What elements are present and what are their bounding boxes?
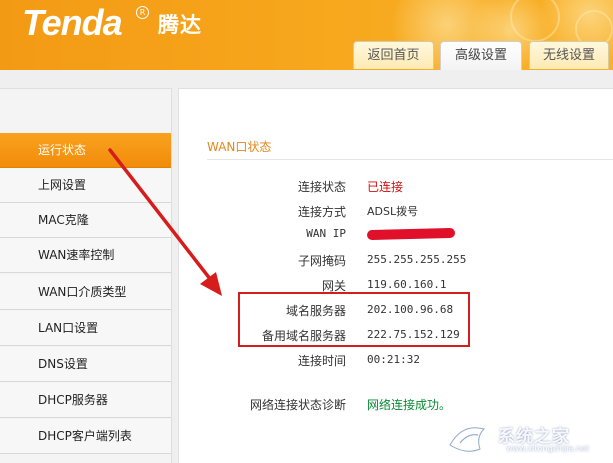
tab-wireless-settings[interactable]: 无线设置 <box>529 41 609 69</box>
sidebar-item-lan-settings[interactable]: LAN口设置 <box>0 311 171 346</box>
row-value-gateway: 119.60.160.1 <box>367 278 447 291</box>
header-bar: Tenda R 腾达 返回首页 高级设置 无线设置 <box>0 0 613 70</box>
annotation-highlight-box <box>238 292 470 347</box>
content-panel: WAN口状态 连接状态 已连接 连接方式 ADSL拨号 WAN IP 子网掩码 … <box>178 88 613 463</box>
row-label-connection-status: 连接状态 <box>297 180 346 194</box>
registered-mark: R <box>136 6 149 19</box>
sidebar-item-dhcp-client-list[interactable]: DHCP客户端列表 <box>0 419 171 454</box>
row-label-wan-ip: WAN IP <box>306 227 346 240</box>
row-label-connection-time: 连接时间 <box>297 354 346 368</box>
sidebar-item-dns-settings[interactable]: DNS设置 <box>0 347 171 382</box>
row-value-connection-status: 已连接 <box>367 180 404 194</box>
sidebar-item-internet-settings[interactable]: 上网设置 <box>0 168 171 203</box>
row-label-subnet-mask: 子网掩码 <box>297 254 346 268</box>
sidebar-item-run-status[interactable]: 运行状态 <box>0 133 171 168</box>
sidebar-item-dhcp-server[interactable]: DHCP服务器 <box>0 383 171 418</box>
row-label-connection-type: 连接方式 <box>297 205 346 219</box>
row-value-network-diagnosis: 网络连接成功。 <box>367 398 452 412</box>
wan-ip-redaction <box>366 227 456 241</box>
tab-home[interactable]: 返回首页 <box>353 41 434 69</box>
watermark-url: www.xitongzhijia.net <box>506 444 590 453</box>
section-divider <box>207 159 613 160</box>
router-admin-window: Tenda R 腾达 返回首页 高级设置 无线设置 运行状态 上网设置 MAC克… <box>0 0 613 463</box>
row-value-subnet-mask: 255.255.255.255 <box>367 253 467 266</box>
tab-advanced-settings[interactable]: 高级设置 <box>440 41 522 70</box>
tenda-logo-chinese: 腾达 <box>158 13 202 37</box>
section-title: WAN口状态 <box>207 140 272 154</box>
row-value-connection-time: 00:21:32 <box>367 353 420 366</box>
sidebar-menu: 运行状态 上网设置 MAC克隆 WAN速率控制 WAN口介质类型 LAN口设置 … <box>0 88 172 463</box>
sidebar-item-mac-clone[interactable]: MAC克隆 <box>0 203 171 238</box>
sidebar-item-wan-speed[interactable]: WAN速率控制 <box>0 238 171 273</box>
sidebar-item-wan-media-type[interactable]: WAN口介质类型 <box>0 275 171 310</box>
row-value-connection-type: ADSL拨号 <box>367 205 419 218</box>
row-label-network-diagnosis: 网络连接状态诊断 <box>249 398 346 412</box>
tenda-logo: Tenda <box>22 2 123 43</box>
